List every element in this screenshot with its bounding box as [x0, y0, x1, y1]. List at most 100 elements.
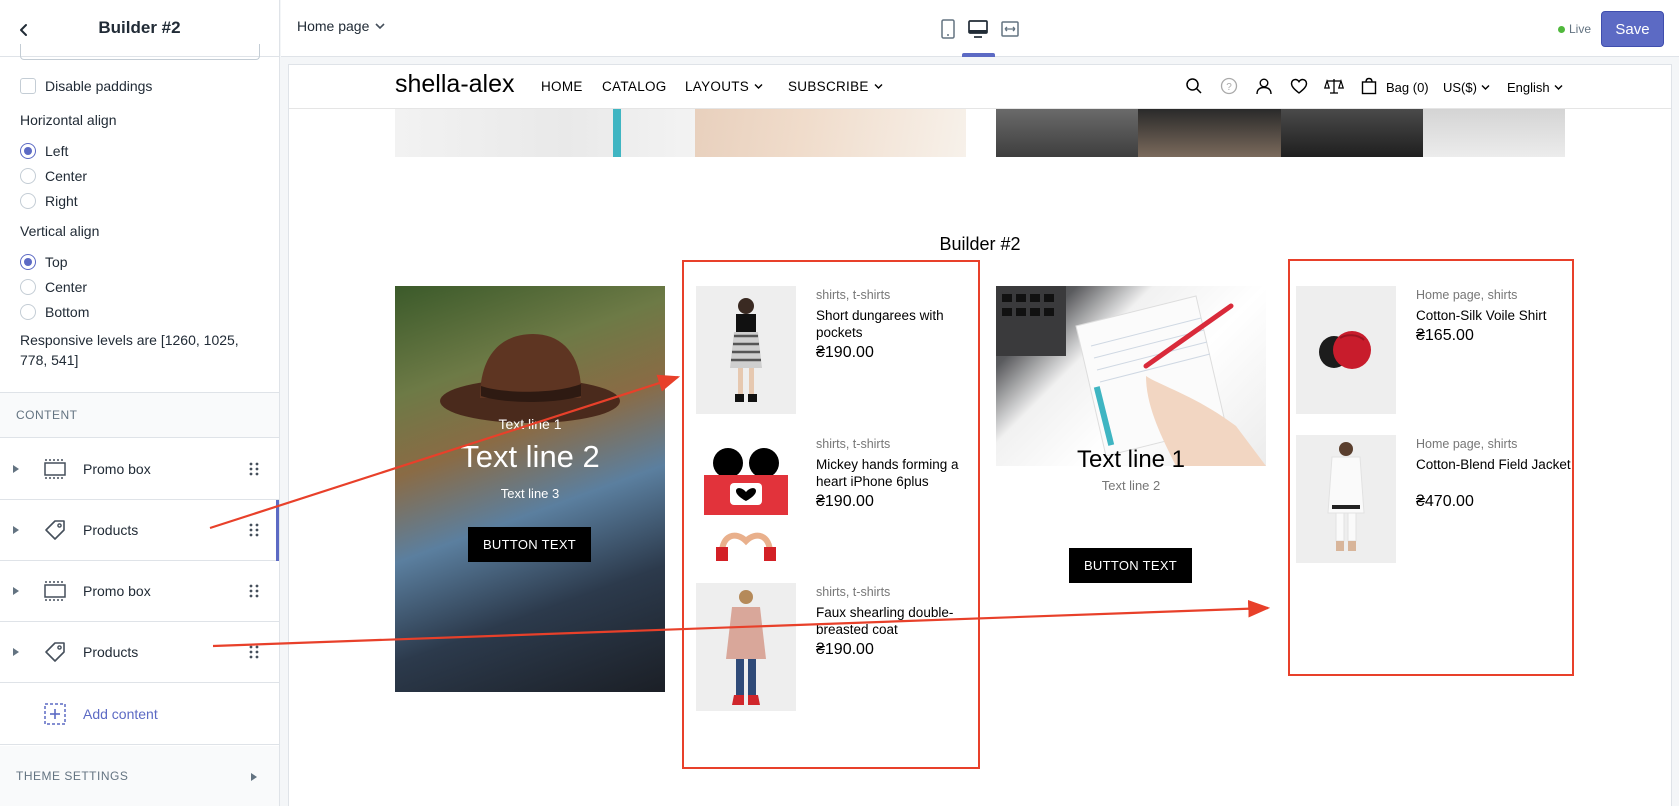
h-align-left-option[interactable]: Left [20, 138, 117, 163]
promo-box-mid-image[interactable] [996, 286, 1266, 466]
svg-text:?: ? [1226, 82, 1232, 93]
radio-label: Left [45, 142, 69, 159]
nav-catalog[interactable]: CATALOG [602, 79, 667, 94]
theme-settings-section[interactable]: THEME SETTINGS [0, 746, 279, 806]
bag-icon-button[interactable] [1358, 75, 1380, 97]
previous-section-image-left [395, 109, 966, 157]
product-price: ₴190.00 [816, 641, 874, 658]
drag-handle-icon[interactable] [248, 462, 260, 476]
caret-right-icon[interactable] [12, 464, 20, 474]
responsive-levels-note: Responsive levels are [1260, 1025, 778, … [20, 332, 239, 368]
content-item-products-2[interactable]: Products [0, 622, 279, 683]
v-align-top-radio[interactable] [20, 253, 36, 270]
product-image[interactable] [696, 286, 796, 414]
product-card[interactable]: shirts, t-shirts Short dungarees with po… [696, 286, 976, 414]
product-name[interactable]: Faux shearling double-breasted coat [816, 604, 976, 638]
add-content-label: Add content [83, 705, 158, 722]
store-logo[interactable]: shella-alex [395, 70, 515, 99]
account-button[interactable] [1253, 75, 1275, 97]
nav-label: LAYOUTS [685, 79, 750, 94]
bag-link[interactable]: Bag (0) [1386, 80, 1429, 95]
desktop-icon [968, 20, 988, 38]
product-photo-dungarees [730, 298, 762, 402]
nav-label: SUBSCRIBE [788, 79, 869, 94]
nav-home[interactable]: HOME [541, 79, 583, 94]
product-name[interactable]: Short dungarees with pockets [816, 307, 976, 341]
product-card[interactable]: shirts, t-shirts Mickey hands forming a … [696, 435, 976, 563]
drag-handle-icon[interactable] [248, 645, 260, 659]
h-align-right-option[interactable]: Right [20, 188, 117, 213]
nav-label: CATALOG [602, 79, 667, 94]
product-image[interactable] [1296, 286, 1396, 414]
save-button[interactable]: Save [1601, 11, 1664, 47]
page-selector[interactable]: Home page [297, 18, 385, 34]
h-align-center-radio[interactable] [20, 167, 36, 184]
content-item-promo-box-2[interactable]: Promo box [0, 561, 279, 622]
product-name[interactable]: Mickey hands forming a heart iPhone 6plu… [816, 456, 976, 490]
mobile-view-button[interactable] [935, 16, 961, 42]
desktop-view-button[interactable] [965, 16, 991, 42]
chevron-down-icon [874, 84, 883, 89]
compare-button[interactable] [1323, 75, 1345, 97]
shopping-bag-icon [1361, 77, 1377, 95]
h-align-center-option[interactable]: Center [20, 163, 117, 188]
v-align-center-option[interactable]: Center [20, 274, 99, 299]
store-header: shella-alex HOME CATALOG LAYOUTS SUBSCRI… [289, 65, 1671, 109]
chevron-down-icon [375, 23, 385, 30]
caret-right-icon[interactable] [12, 586, 20, 596]
v-align-center-radio[interactable] [20, 278, 36, 295]
caret-right-icon[interactable] [12, 525, 20, 535]
promo-mid-button[interactable]: BUTTON TEXT [1069, 548, 1192, 583]
product-image[interactable] [696, 435, 796, 563]
product-photo-jacket [1327, 442, 1365, 551]
nav-label: HOME [541, 79, 583, 94]
drag-handle-icon[interactable] [248, 584, 260, 598]
vertical-align-group: Vertical align Top Center Bottom [20, 223, 99, 324]
image-tile [1138, 109, 1281, 157]
help-button[interactable]: ? [1218, 75, 1240, 97]
disable-paddings-checkbox[interactable] [20, 78, 36, 94]
promo-mid-line-2: Text line 2 [1101, 478, 1161, 493]
disable-paddings-row[interactable]: Disable paddings [20, 78, 152, 94]
live-label: Live [1569, 22, 1592, 36]
v-align-top-option[interactable]: Top [20, 249, 99, 274]
text-input-partial[interactable] [20, 44, 260, 60]
product-card[interactable]: Home page, shirts Cotton-Blend Field Jac… [1296, 435, 1576, 563]
product-image[interactable] [696, 583, 796, 711]
product-image[interactable] [1296, 435, 1396, 563]
content-item-products-1[interactable]: Products [0, 500, 279, 561]
wishlist-button[interactable] [1288, 75, 1310, 97]
promo-button[interactable]: BUTTON TEXT [468, 527, 591, 562]
v-align-bottom-option[interactable]: Bottom [20, 299, 99, 324]
product-name[interactable]: Cotton-Silk Voile Shirt [1416, 307, 1576, 324]
fullscreen-view-button[interactable] [997, 16, 1023, 42]
image-tile [1422, 109, 1565, 157]
language-selector[interactable]: English [1507, 80, 1563, 95]
h-align-left-radio[interactable] [20, 142, 36, 159]
notebook-photo [996, 286, 1266, 466]
product-card[interactable]: shirts, t-shirts Faux shearling double-b… [696, 583, 976, 711]
radio-label: Bottom [45, 303, 90, 320]
horizontal-align-label: Horizontal align [20, 112, 117, 128]
content-item-promo-box-1[interactable]: Promo box [0, 439, 279, 500]
theme-editor: Builder #2 Disable paddings Horizontal a… [0, 0, 1679, 806]
horizontal-align-group: Horizontal align Left Center Right [20, 112, 117, 213]
product-card[interactable]: Home page, shirts Cotton-Silk Voile Shir… [1296, 286, 1576, 414]
back-button[interactable] [12, 18, 36, 42]
v-align-bottom-radio[interactable] [20, 303, 36, 320]
drag-handle-icon[interactable] [248, 523, 260, 537]
search-button[interactable] [1183, 75, 1205, 97]
promo-box-left[interactable]: Text line 1 Text line 2 Text line 3 BUTT… [395, 286, 665, 692]
add-content-button[interactable]: Add content [0, 683, 279, 745]
caret-right-icon[interactable] [250, 772, 258, 782]
product-category: shirts, t-shirts [816, 437, 891, 451]
nav-layouts[interactable]: LAYOUTS [685, 79, 763, 94]
page-selector-value: Home page [297, 18, 370, 34]
nav-subscribe[interactable]: SUBSCRIBE [788, 79, 883, 94]
h-align-right-radio[interactable] [20, 192, 36, 209]
product-name[interactable]: Cotton-Blend Field Jacket [1416, 456, 1576, 473]
content-item-label: Products [83, 522, 139, 538]
caret-right-icon[interactable] [12, 647, 20, 657]
currency-selector[interactable]: US($) [1443, 80, 1490, 95]
add-content-icon [44, 702, 66, 725]
